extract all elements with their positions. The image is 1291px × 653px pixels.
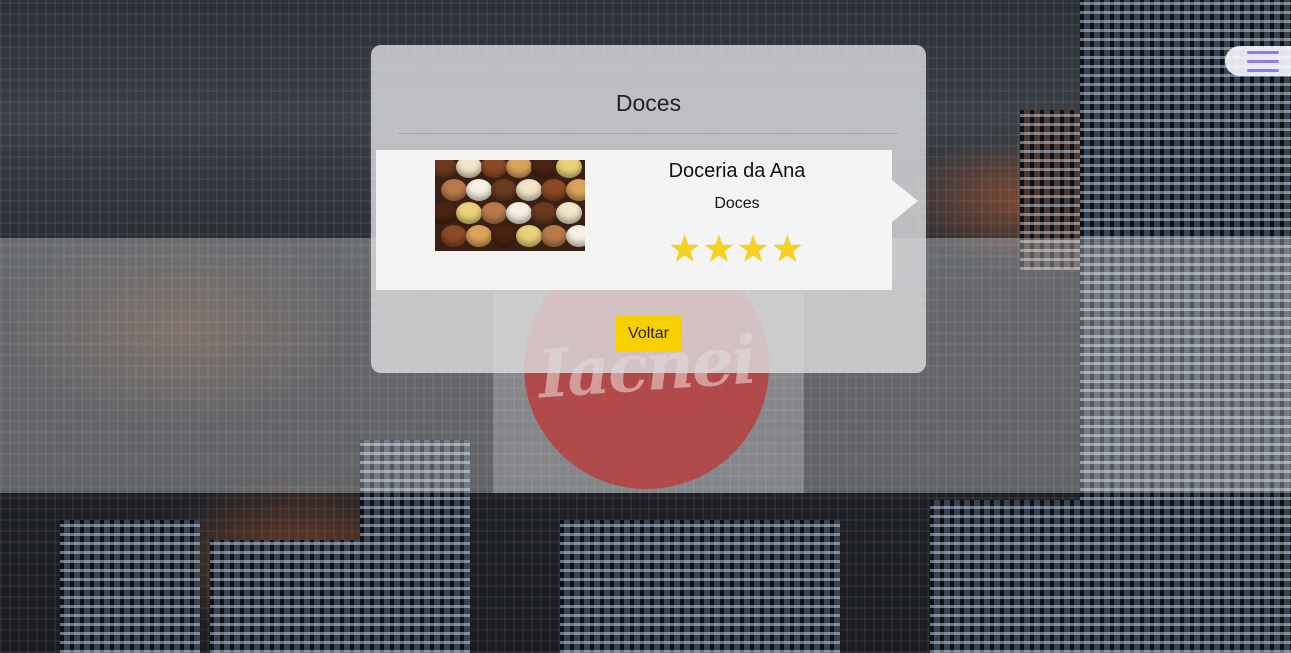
store-card[interactable]: Doceria da Ana Doces ★★★★ bbox=[376, 150, 918, 290]
store-name: Doceria da Ana bbox=[668, 160, 806, 182]
category-panel: Doces Doceria da Ana Doces ★★★★ Voltar bbox=[371, 45, 926, 373]
star-icon: ★ bbox=[771, 228, 806, 269]
hamburger-menu-icon bbox=[1247, 48, 1279, 75]
background-building bbox=[560, 520, 840, 653]
background-building bbox=[60, 520, 200, 653]
store-rating: ★★★★ bbox=[606, 228, 868, 270]
store-category: Doces bbox=[714, 195, 760, 212]
back-button[interactable]: Voltar bbox=[615, 315, 682, 352]
star-icon: ★ bbox=[702, 228, 737, 269]
title-divider bbox=[398, 133, 898, 134]
background-building bbox=[930, 500, 1110, 653]
star-icon: ★ bbox=[737, 228, 772, 269]
store-image bbox=[435, 160, 585, 251]
card-pointer bbox=[892, 180, 918, 222]
star-icon: ★ bbox=[668, 228, 703, 269]
menu-toggle-button[interactable] bbox=[1225, 46, 1291, 76]
page-title: Doces bbox=[615, 90, 682, 116]
